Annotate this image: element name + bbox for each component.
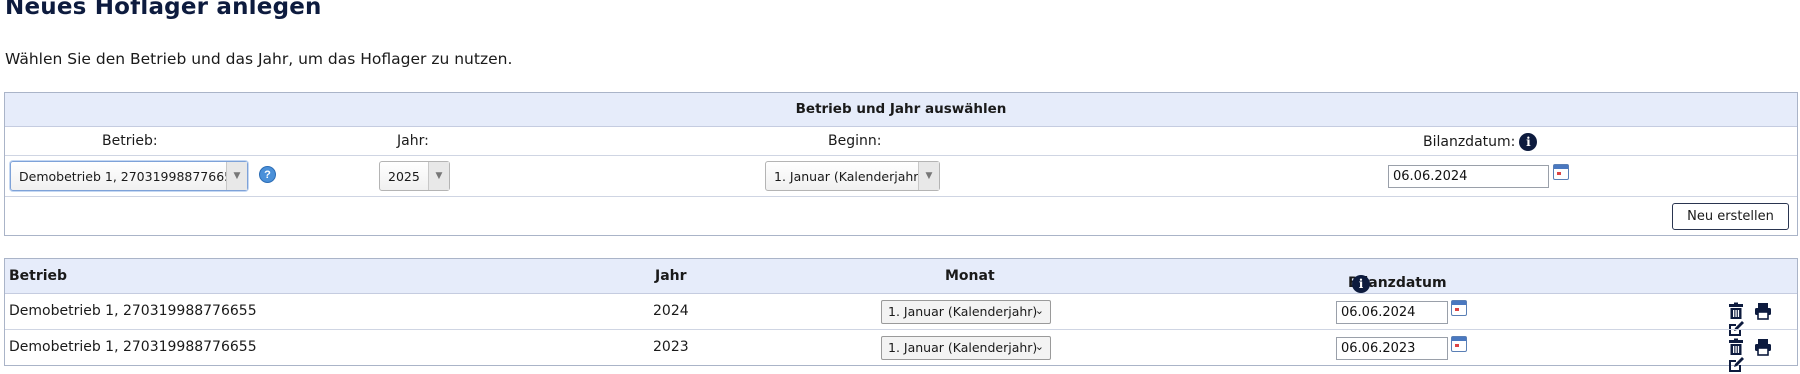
selection-panel: Betrieb und Jahr auswählen Betrieb: Jahr… xyxy=(4,92,1798,236)
betrieb-select-value: Demobetrieb 1, 270319988776655 xyxy=(19,169,241,184)
monat-select-value: 1. Januar (Kalenderjahr) xyxy=(888,304,1038,319)
col-jahr: Jahr xyxy=(655,268,687,284)
divider xyxy=(5,155,1797,156)
chevron-down-icon[interactable]: ⌄ xyxy=(1035,304,1044,317)
divider xyxy=(5,196,1797,197)
table-header: Betrieb Jahr Monat Bilanzdatum i xyxy=(5,259,1797,294)
new-button[interactable]: Neu erstellen xyxy=(1672,203,1789,230)
intro-text: Wählen Sie den Betrieb und das Jahr, um … xyxy=(5,50,513,68)
print-icon[interactable] xyxy=(1754,302,1772,320)
betrieb-label: Betrieb: xyxy=(102,133,158,149)
calendar-icon[interactable] xyxy=(1451,300,1467,316)
cell-betrieb: Demobetrieb 1, 270319988776655 xyxy=(9,303,257,319)
bilanzdatum-label-text: Bilanzdatum: xyxy=(1423,134,1516,150)
beginn-label: Beginn: xyxy=(828,133,882,149)
cell-betrieb: Demobetrieb 1, 270319988776655 xyxy=(9,339,257,355)
page-title: Neues Hoflager anlegen xyxy=(5,0,322,20)
chevron-down-icon[interactable]: ⌄ xyxy=(1035,340,1044,353)
edit-icon[interactable] xyxy=(1727,356,1745,374)
trash-icon[interactable] xyxy=(1727,338,1745,356)
table-row: Demobetrieb 1, 270319988776655 2024 1. J… xyxy=(5,294,1797,336)
bilanzdatum-input[interactable]: 06.06.2023 xyxy=(1336,337,1448,360)
jahr-label: Jahr: xyxy=(397,133,429,149)
page: Neues Hoflager anlegen Wählen Sie den Be… xyxy=(0,0,1800,372)
monat-select-value: 1. Januar (Kalenderjahr) xyxy=(888,340,1038,355)
col-monat: Monat xyxy=(945,268,995,284)
calendar-icon[interactable] xyxy=(1451,336,1467,352)
chevron-down-icon[interactable]: ▼ xyxy=(226,162,247,190)
monat-select[interactable]: 1. Januar (Kalenderjahr) ⌄ xyxy=(881,336,1051,360)
info-icon[interactable]: i xyxy=(1352,275,1370,293)
jahr-select[interactable]: 2025 ▼ xyxy=(379,161,450,191)
hoflager-table: Betrieb Jahr Monat Bilanzdatum i Demobetr… xyxy=(4,258,1798,372)
bilanzdatum-label: Bilanzdatum: i xyxy=(1423,133,1538,151)
beginn-select[interactable]: 1. Januar (Kalenderjahr) ▼ xyxy=(765,161,940,191)
chevron-down-icon[interactable]: ▼ xyxy=(428,162,449,190)
help-icon[interactable]: ? xyxy=(259,166,276,183)
chevron-down-icon[interactable]: ▼ xyxy=(918,162,939,190)
selection-heading: Betrieb und Jahr auswählen xyxy=(5,93,1797,127)
beginn-select-value: 1. Januar (Kalenderjahr) xyxy=(774,169,924,184)
betrieb-select[interactable]: Demobetrieb 1, 270319988776655 ▼ xyxy=(10,161,248,191)
col-betrieb: Betrieb xyxy=(9,268,68,284)
row-actions xyxy=(1727,338,1797,374)
info-icon[interactable]: i xyxy=(1519,133,1538,151)
calendar-icon[interactable] xyxy=(1553,164,1569,180)
cell-jahr: 2024 xyxy=(653,303,689,319)
bilanzdatum-input[interactable]: 06.06.2024 xyxy=(1388,165,1549,188)
table-row: Demobetrieb 1, 270319988776655 2023 1. J… xyxy=(5,329,1797,372)
print-icon[interactable] xyxy=(1754,338,1772,356)
jahr-select-value: 2025 xyxy=(388,169,420,184)
bilanzdatum-input[interactable]: 06.06.2024 xyxy=(1336,301,1448,324)
trash-icon[interactable] xyxy=(1727,302,1745,320)
monat-select[interactable]: 1. Januar (Kalenderjahr) ⌄ xyxy=(881,300,1051,324)
cell-jahr: 2023 xyxy=(653,339,689,355)
